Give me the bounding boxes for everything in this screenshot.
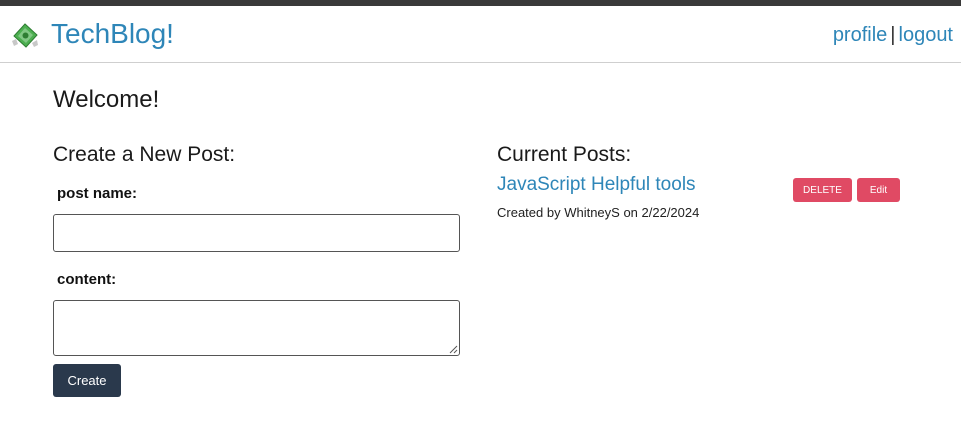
header-nav: profile | logout — [833, 21, 953, 49]
content-textarea[interactable] — [53, 300, 460, 356]
nav-separator: | — [890, 24, 896, 46]
create-button[interactable]: Create — [53, 364, 121, 397]
site-header: TechBlog! profile | logout — [0, 6, 961, 63]
resize-grip-icon[interactable] — [449, 345, 458, 354]
brand-link[interactable]: TechBlog! — [51, 16, 174, 52]
current-posts-heading: Current Posts: — [497, 143, 632, 166]
post-name-input[interactable] — [53, 214, 460, 252]
create-post-heading: Create a New Post: — [53, 143, 236, 166]
welcome-heading: Welcome! — [53, 86, 160, 113]
logout-link[interactable]: logout — [899, 24, 954, 46]
money-icon — [12, 23, 38, 48]
post-name-label: post name: — [57, 185, 138, 202]
delete-button[interactable]: DELETE — [793, 178, 852, 202]
edit-button[interactable]: Edit — [857, 178, 900, 202]
content-label: content: — [57, 271, 117, 288]
content-field-wrapper — [53, 300, 460, 356]
post-title-link[interactable]: JavaScript Helpful tools — [497, 174, 696, 196]
profile-link[interactable]: profile — [833, 24, 887, 46]
post-meta: Created by WhitneyS on 2/22/2024 — [497, 205, 700, 220]
